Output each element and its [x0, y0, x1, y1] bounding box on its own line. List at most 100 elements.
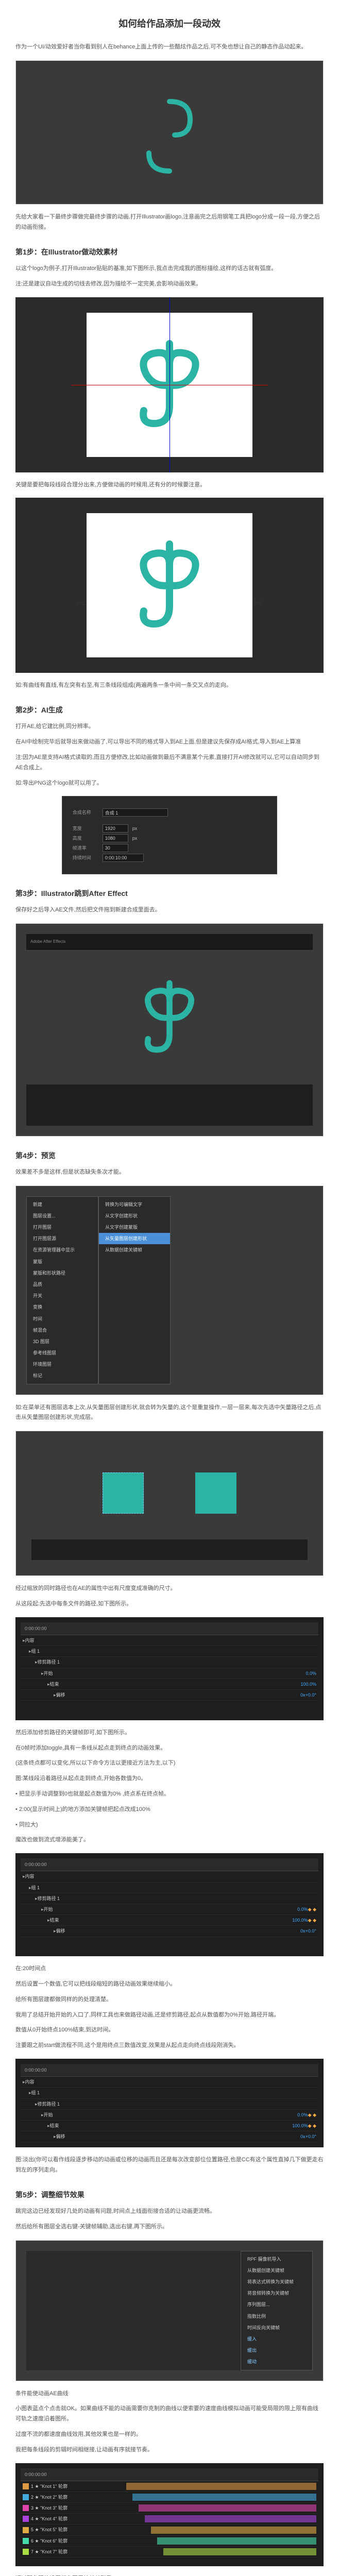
- step4-p17: 数值从0开始终点100%结束,到达时间。: [15, 2025, 324, 2036]
- submenu-item[interactable]: 从文字创建蒙版: [99, 1222, 170, 1233]
- timeline-prop-row[interactable]: ▸ 结束100.0% ◆ ◆: [21, 2121, 318, 2131]
- figure-illustrator-scissors: ✂ ✂: [15, 498, 324, 673]
- color-layer-row[interactable]: 4 ★ "Knot 4" 轮廓: [21, 2514, 318, 2524]
- step5-p4: 小图表蓝点个点击就OK。如果曲线不能的动画需要你克制的曲线以便索要的速度曲线模拟…: [15, 2404, 324, 2425]
- color-layer-row[interactable]: 7 ★ "Knot 7" 轮廓: [21, 2547, 318, 2557]
- step4-p4: 从这段起:先选中每条文件的路径,如下图所示。: [15, 1599, 324, 1609]
- duration-label: 持续时间: [73, 854, 98, 862]
- kf-menu-item[interactable]: 序列图层...: [241, 2299, 312, 2310]
- timeline-prop-row[interactable]: ▸ 修剪路径 1: [21, 1657, 318, 1668]
- step4-heading: 第4步：预览: [15, 1149, 324, 1162]
- comp-name-input[interactable]: [103, 808, 168, 817]
- timeline-prop-row[interactable]: ▸ 偏移0x+0.0°: [21, 1926, 318, 1937]
- step4-p15: 给所有图层建都做同样的的处理清楚。: [15, 1995, 324, 2005]
- timeline-prop-row[interactable]: ▸ 组 1: [21, 1646, 318, 1657]
- menu-item[interactable]: 打开图层源: [27, 1233, 98, 1244]
- page-title: 如何给作品添加一段动效: [15, 15, 324, 32]
- timeline-prop-row[interactable]: ▸ 修剪路径 1: [21, 1893, 318, 1904]
- menu-item[interactable]: 蒙版: [27, 1256, 98, 1267]
- duration-input[interactable]: [103, 854, 144, 862]
- kf-menu-item[interactable]: 缓动: [241, 2356, 312, 2367]
- width-input[interactable]: [103, 824, 128, 833]
- menu-item[interactable]: 打开图层: [27, 1222, 98, 1233]
- menu-item[interactable]: 参考线图层: [27, 1347, 98, 1359]
- submenu-item[interactable]: 从数据创建关键帧: [99, 1244, 170, 1256]
- step2-p4: 如:导出PNG这个logo就可以用了。: [15, 778, 324, 789]
- menu-item[interactable]: 3D 图层: [27, 1336, 98, 1347]
- logo-outline-partial: [133, 91, 206, 174]
- fps-input[interactable]: [103, 844, 128, 852]
- square-1: [103, 1472, 144, 1514]
- kf-menu-item[interactable]: 指数比例: [241, 2311, 312, 2322]
- figure-comp-settings: 合成名称 宽度 px 高度 px 帧速率 持续时间: [15, 796, 324, 874]
- step3-heading: 第3步：Illustrator跳到After Effect: [15, 887, 324, 900]
- step3-p1: 保存好之后导入AE文件,然后把文件拖到新建合成里面去。: [15, 905, 324, 916]
- layer-context-menu[interactable]: 新建图层设置...打开图层打开图层源在资源管理器中显示蒙版蒙版和形状路径品质开关…: [26, 1196, 98, 1384]
- kf-menu-item[interactable]: 将音频转换为关键帧: [241, 2287, 312, 2299]
- menu-item[interactable]: 环境图层: [27, 1359, 98, 1370]
- step2-p1: 打开AE,给它建比例,同分辨率。: [15, 722, 324, 732]
- menu-item[interactable]: 品质: [27, 1279, 98, 1290]
- timeline-prop-row[interactable]: ▸ 组 1: [21, 2088, 318, 2098]
- menu-item[interactable]: 开关: [27, 1290, 98, 1301]
- square-2: [195, 1472, 236, 1514]
- scissors-icon: ✂: [76, 592, 87, 615]
- timeline-prop-row[interactable]: ▸ 偏移0x+0.0°: [21, 1690, 318, 1701]
- menu-item[interactable]: 在资源管理器中显示: [27, 1244, 98, 1256]
- color-layer-row[interactable]: 5 ★ "Knot 5" 轮廓: [21, 2524, 318, 2535]
- height-label: 高度: [73, 834, 98, 842]
- figure-illustrator-1: [15, 297, 324, 472]
- submenu-item[interactable]: 从矢量图层创建形状: [99, 1233, 170, 1244]
- step5-p5: 过度不流的都速度曲线效用,其他效果也是一样的。: [15, 2430, 324, 2440]
- figure-colored-layers: 0:00:00:001 ★ "Knot 1" 轮廓2 ★ "Knot 2" 轮廓…: [15, 2463, 324, 2566]
- menu-item[interactable]: 新建: [27, 1199, 98, 1210]
- kf-menu-item[interactable]: RPF 摄像机导入: [241, 2253, 312, 2265]
- kf-menu-item[interactable]: 缓出: [241, 2345, 312, 2356]
- color-layer-row[interactable]: 2 ★ "Knot 2" 轮廓: [21, 2492, 318, 2503]
- timeline-prop-row[interactable]: ▸ 开始0.0%: [21, 1668, 318, 1679]
- kf-menu-item[interactable]: 从数据创建关键帧: [241, 2265, 312, 2276]
- timeline-prop-row[interactable]: ▸ 修剪路径 1: [21, 2099, 318, 2110]
- timeline-prop-row[interactable]: ▸ 结束100.0%: [21, 1679, 318, 1690]
- figure-context-menu: 新建图层设置...打开图层打开图层源在资源管理器中显示蒙版蒙版和形状路径品质开关…: [15, 1185, 324, 1395]
- step4-p19: 图:淡出(你可以看作线段逐步移动的动画或位移的动画而且还是每次改变部位位置路径,…: [15, 2155, 324, 2176]
- timeline-prop-row[interactable]: ▸ 偏移0x+0.0°: [21, 2131, 318, 2142]
- kf-menu-item[interactable]: 将表达式转换为关键帧: [241, 2276, 312, 2287]
- menu-item[interactable]: 帧混合: [27, 1325, 98, 1336]
- kf-menu-item[interactable]: 缓入: [241, 2333, 312, 2345]
- timeline-prop-row[interactable]: ▸ 内容: [21, 1871, 318, 1882]
- intro-text: 作为一个UI/动效爱好者当你看到别人在behance上面上传的一些酷炫作品之后,…: [15, 42, 324, 53]
- timeline-prop-row[interactable]: ▸ 开始0.0% ◆ ◆: [21, 2110, 318, 2121]
- step2-heading: 第2步：AI生成: [15, 704, 324, 717]
- figure-1: [15, 60, 324, 205]
- submenu-item[interactable]: 转换为可编辑文字: [99, 1199, 170, 1210]
- menu-item[interactable]: 图层设置...: [27, 1210, 98, 1222]
- timeline-prop-row[interactable]: ▸ 内容: [21, 1635, 318, 1646]
- step4-p11: • 同拉大): [15, 1820, 324, 1831]
- keyframe-assist-menu[interactable]: RPF 摄像机导入从数据创建关键帧将表达式转换为关键帧将音频转换为关键帧序列图层…: [241, 2251, 313, 2370]
- figure-two-squares: [15, 1431, 324, 1576]
- timeline-prop-row[interactable]: ▸ 结束100.0% ◆ ◆: [21, 1915, 318, 1926]
- step5-heading: 第5步：调整细节效果: [15, 2189, 324, 2201]
- step4-p7: (这条终点都可以变化,所以以下命令方法以更接近方法为主,以下): [15, 1758, 324, 1769]
- kf-menu-item[interactable]: 时间反向关键帧: [241, 2322, 312, 2333]
- menu-item[interactable]: 蒙版和形状路径: [27, 1267, 98, 1279]
- timeline-prop-row[interactable]: ▸ 内容: [21, 2077, 318, 2088]
- timeline-prop-row[interactable]: ▸ 开始0.0% ◆ ◆: [21, 1904, 318, 1915]
- step4-p14: 然后设置一个数值,它可以把线段缩短的路径动画效果继续缩小。: [15, 1979, 324, 1990]
- color-layer-row[interactable]: 3 ★ "Knot 3" 轮廓: [21, 2503, 318, 2514]
- figure-trim-end-keyframes: 0:00:00:00▸ 内容▸ 组 1▸ 修剪路径 1▸ 开始0.0% ◆ ◆▸…: [15, 2059, 324, 2147]
- step4-p16: 我用了总结开始开始的入口了,同样工具也来做路径动画,还是修剪路径,起点从数值都为…: [15, 2010, 324, 2021]
- submenu-item[interactable]: 从文字创建形状: [99, 1210, 170, 1222]
- step2-p3: 注:因为AE是支持AI格式读取的,而且方便修改,比如动画做到最后不满意某个元素,…: [15, 753, 324, 773]
- menu-item[interactable]: 时间: [27, 1313, 98, 1325]
- timeline-prop-row[interactable]: ▸ 组 1: [21, 1883, 318, 1893]
- step4-p8: 图:某线段沿着路径从起点走到终点,开始各数值为0。: [15, 1774, 324, 1784]
- color-layer-row[interactable]: 1 ★ "Knot 1" 轮廓: [21, 2481, 318, 2492]
- menu-item[interactable]: 标记: [27, 1370, 98, 1381]
- step1-p3: 关键是要把每段线段合理分出来,方便做动画的时候用,还有分的时候要注意。: [15, 480, 324, 490]
- color-layer-row[interactable]: 6 ★ "Knot 6" 轮廓: [21, 2536, 318, 2547]
- menu-item[interactable]: 变换: [27, 1301, 98, 1313]
- height-input[interactable]: [103, 834, 128, 842]
- layer-context-submenu[interactable]: 转换为可编辑文字从文字创建形状从文字创建蒙版从矢量图层创建形状从数据创建关键帧: [98, 1196, 171, 1384]
